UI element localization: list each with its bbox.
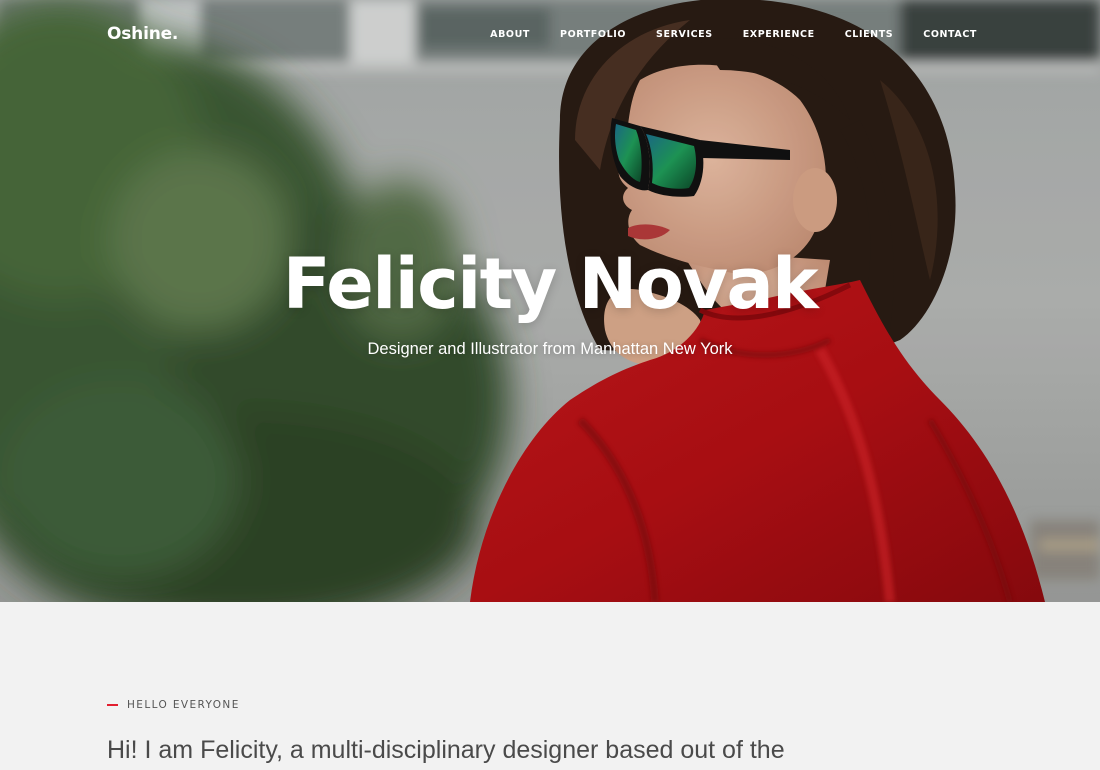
top-navigation: Oshine. ABOUT PORTFOLIO SERVICES EXPERIE… <box>0 0 1100 70</box>
site-logo[interactable]: Oshine. <box>107 24 178 44</box>
intro-paragraph: Hi! I am Felicity, a multi-disciplinary … <box>107 736 785 764</box>
about-section: HELLO EVERYONE Hi! I am Felicity, a mult… <box>0 602 1100 770</box>
nav-item-services[interactable]: SERVICES <box>656 29 713 40</box>
nav-item-experience[interactable]: EXPERIENCE <box>743 29 815 40</box>
page: Oshine. ABOUT PORTFOLIO SERVICES EXPERIE… <box>0 0 1100 770</box>
hero-section: Oshine. ABOUT PORTFOLIO SERVICES EXPERIE… <box>0 0 1100 602</box>
nav-item-contact[interactable]: CONTACT <box>923 29 977 40</box>
hero-title: Felicity Novak <box>282 243 819 325</box>
section-eyebrow: HELLO EVERYONE <box>107 699 240 711</box>
hero-subtitle: Designer and Illustrator from Manhattan … <box>367 340 733 358</box>
nav-item-portfolio[interactable]: PORTFOLIO <box>560 29 626 40</box>
accent-dash <box>107 704 118 706</box>
nav-menu: ABOUT PORTFOLIO SERVICES EXPERIENCE CLIE… <box>460 29 977 40</box>
eyebrow-label: HELLO EVERYONE <box>127 699 240 711</box>
nav-item-clients[interactable]: CLIENTS <box>845 29 894 40</box>
nav-item-about[interactable]: ABOUT <box>490 29 530 40</box>
